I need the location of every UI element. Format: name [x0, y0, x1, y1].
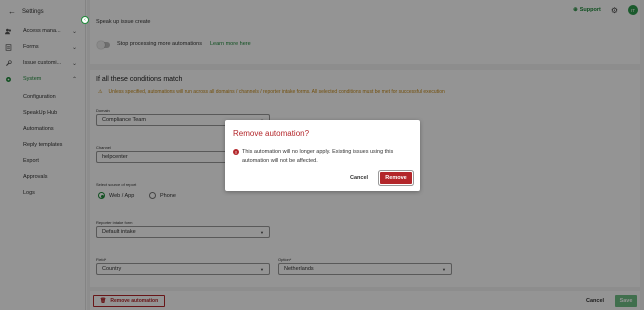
app: ← Settings Access mana... ⌄ Forms ⌄ Issu… — [0, 0, 644, 310]
remove-automation-dialog: Remove automation? ! This automation wil… — [225, 120, 420, 191]
dialog-title: Remove automation? — [233, 129, 310, 138]
error-icon: ! — [233, 149, 239, 155]
collapse-sidebar-button[interactable]: ‹ — [81, 16, 89, 24]
dialog-message: This automation will no longer apply. Ex… — [242, 149, 394, 164]
dialog-cancel-button[interactable]: Cancel — [350, 175, 368, 181]
dialog-remove-button[interactable]: Remove — [380, 172, 412, 184]
